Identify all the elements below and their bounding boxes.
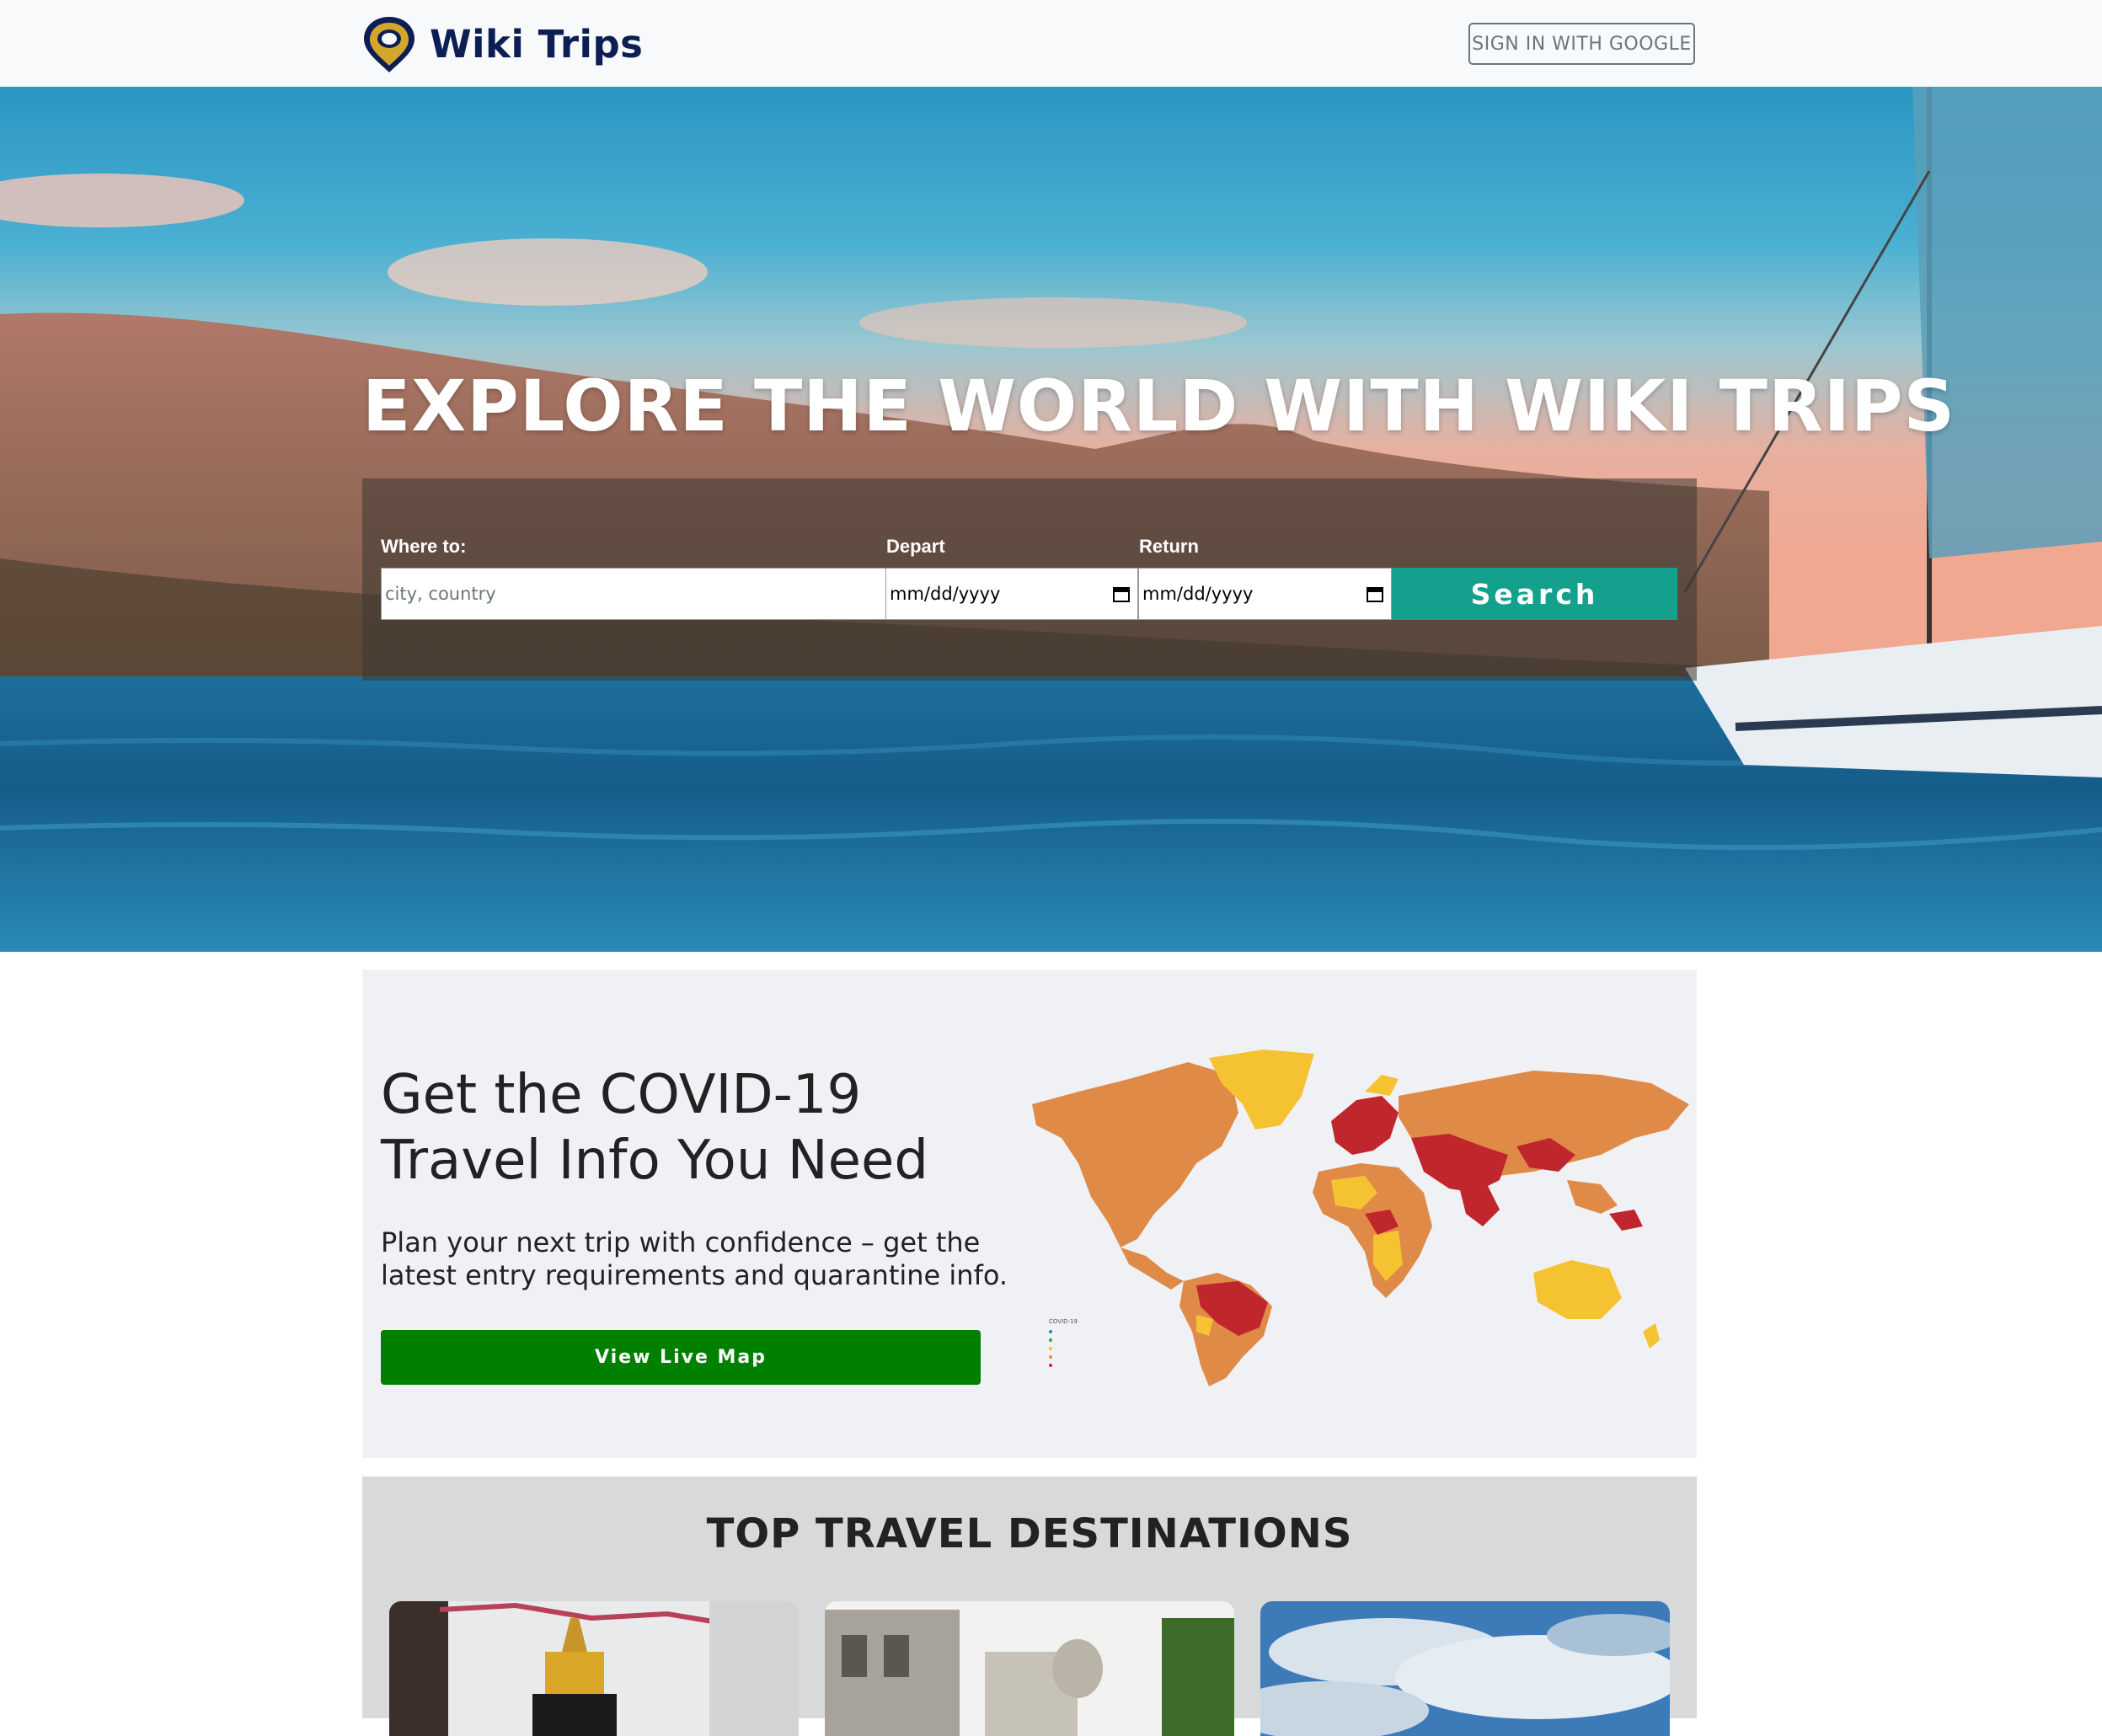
view-live-map-button[interactable]: View Live Map (381, 1330, 981, 1385)
calendar-icon[interactable] (1112, 585, 1131, 603)
destination-card-image[interactable] (1260, 1601, 1670, 1736)
destination-card-image[interactable] (389, 1601, 799, 1736)
hero-banner: EXPLORE THE WORLD WITH WIKI TRIPS Where … (0, 87, 2102, 952)
return-date-value: mm/dd/yyyy (1142, 584, 1254, 604)
destination-input[interactable] (382, 569, 885, 619)
covid-info-section: Get the COVID-19 Travel Info You Need Pl… (362, 969, 1697, 1458)
covid-world-map-image: COVID-19 (1032, 1050, 1689, 1386)
search-form: Where to: Depart Return mm/dd/yyyy mm/dd… (362, 478, 1697, 681)
top-destinations-section: TOP TRAVEL DESTINATIONS (362, 1477, 1697, 1736)
where-label: Where to: (381, 536, 467, 557)
brand-name: Wiki Trips (430, 21, 644, 67)
top-destinations-title: TOP TRAVEL DESTINATIONS (706, 1510, 1353, 1557)
sign-in-google-button[interactable]: SIGN IN WITH GOOGLE (1468, 23, 1695, 65)
destination-card-image[interactable] (825, 1601, 1234, 1736)
covid-description: Plan your next trip with confidence – ge… (381, 1226, 1008, 1291)
svg-text:COVID-19: COVID-19 (1049, 1318, 1078, 1325)
hero-title: EXPLORE THE WORLD WITH WIKI TRIPS (362, 365, 1955, 447)
return-date-input[interactable]: mm/dd/yyyy (1138, 568, 1392, 620)
brand-link[interactable]: Wiki Trips (359, 12, 643, 76)
covid-title: Get the COVID-19 Travel Info You Need (381, 1064, 928, 1192)
calendar-icon[interactable] (1366, 585, 1384, 603)
destination-field (381, 568, 886, 620)
depart-label: Depart (886, 536, 945, 557)
depart-date-value: mm/dd/yyyy (890, 584, 1001, 604)
depart-date-input[interactable]: mm/dd/yyyy (885, 568, 1138, 620)
map-pin-icon (364, 17, 415, 72)
search-button[interactable]: Search (1392, 568, 1677, 620)
return-label: Return (1139, 536, 1199, 557)
navbar: Wiki Trips SIGN IN WITH GOOGLE (0, 0, 2102, 87)
